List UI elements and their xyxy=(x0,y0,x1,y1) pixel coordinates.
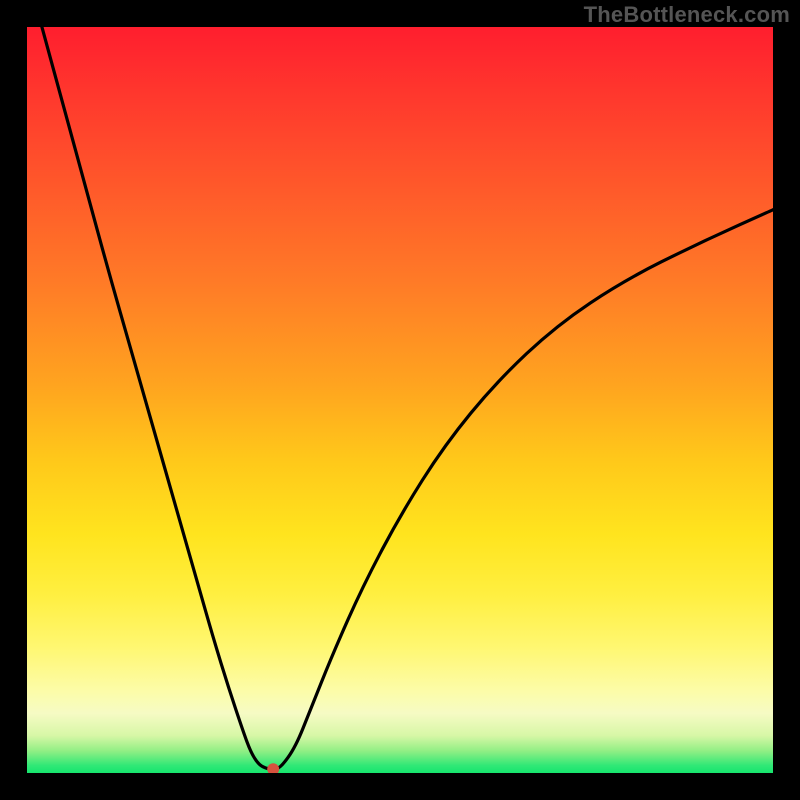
minimum-point-marker xyxy=(267,763,279,773)
watermark-text: TheBottleneck.com xyxy=(584,2,790,28)
plot-area xyxy=(27,27,773,773)
chart-frame: TheBottleneck.com xyxy=(0,0,800,800)
curve-svg xyxy=(27,27,773,773)
bottleneck-curve xyxy=(42,27,773,769)
